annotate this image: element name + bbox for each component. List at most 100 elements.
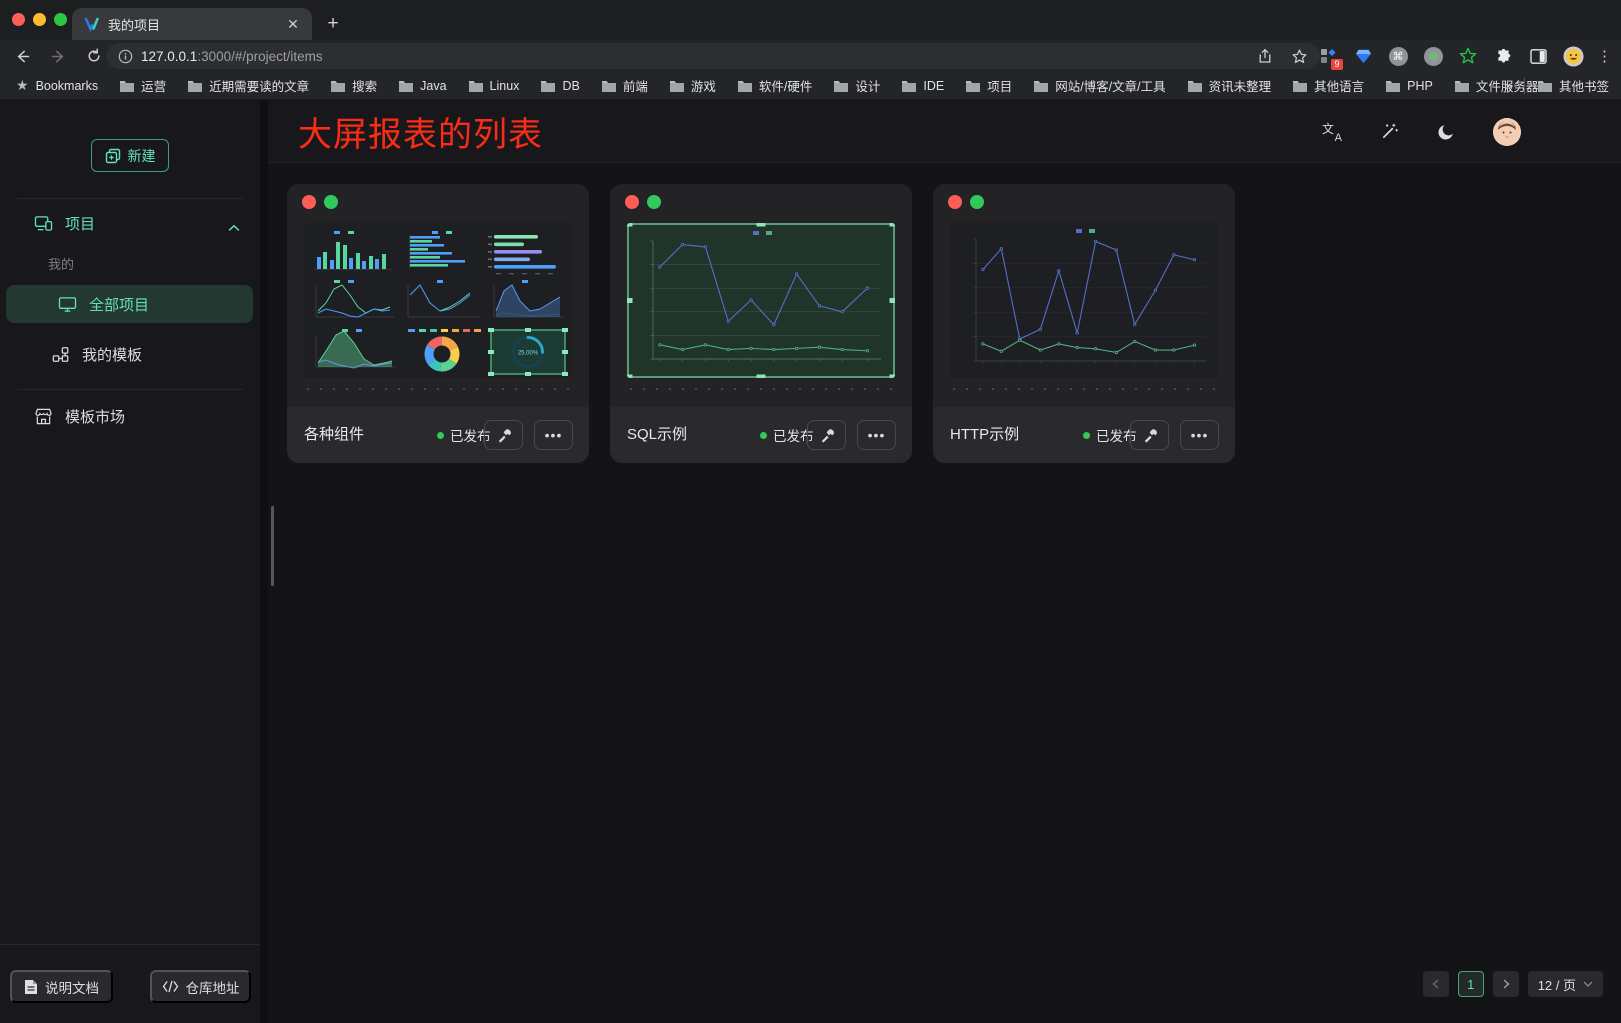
card-dot-divider bbox=[307, 388, 571, 390]
main-area: 大屏报表的列表 文A bbox=[260, 101, 1621, 1023]
content-scrollbar[interactable] bbox=[271, 506, 274, 586]
sidebar-item-my-templates[interactable]: 我的模板 bbox=[0, 336, 260, 372]
browser-tab[interactable]: 我的项目 ✕ bbox=[72, 8, 312, 40]
project-title: HTTP示例 bbox=[950, 407, 1019, 463]
browser-toolbar: 127.0.0.1:3000/#/project/items 9 bbox=[0, 40, 1621, 72]
page-size-select[interactable]: 12 / 页 bbox=[1528, 971, 1603, 997]
new-project-button[interactable]: 新建 bbox=[91, 139, 169, 172]
project-thumbnail[interactable]: 25.00% bbox=[304, 223, 572, 378]
bookmark-folder-item[interactable]: Linux bbox=[468, 79, 520, 93]
project-card[interactable]: SQL示例 已发布 ••• bbox=[610, 184, 912, 463]
user-avatar[interactable] bbox=[1493, 118, 1521, 146]
bookmark-star-icon[interactable] bbox=[1291, 48, 1308, 65]
project-thumbnail[interactable] bbox=[627, 223, 895, 378]
project-card[interactable]: 25.00% 各种组件 已发布 ••• bbox=[287, 184, 589, 463]
bookmark-folder-item[interactable]: 前端 bbox=[601, 76, 648, 95]
progress-ring-label: 25.00% bbox=[518, 351, 539, 357]
red-dot-icon bbox=[302, 195, 316, 209]
project-thumbnail[interactable] bbox=[950, 223, 1218, 378]
red-dot-icon bbox=[948, 195, 962, 209]
bookmark-folder-item[interactable]: 设计 bbox=[833, 76, 880, 95]
folder-icon bbox=[1292, 79, 1308, 93]
bookmark-folder-item[interactable]: DB bbox=[540, 79, 579, 93]
page-number-button[interactable]: 1 bbox=[1458, 971, 1484, 997]
red-dot-icon bbox=[625, 195, 639, 209]
ellipsis-icon: ••• bbox=[1191, 427, 1209, 443]
traffic-lights[interactable] bbox=[12, 13, 67, 26]
profile-avatar-icon[interactable] bbox=[1562, 45, 1584, 67]
bookmark-folder-item[interactable]: 网站/博客/文章/工具 bbox=[1033, 76, 1165, 95]
folder-icon bbox=[1537, 79, 1553, 93]
bookmark-folder-item[interactable]: 项目 bbox=[965, 76, 1012, 95]
sidebar-item-template-market[interactable]: 模板市场 bbox=[0, 398, 260, 434]
bookmark-folder-item[interactable]: 搜索 bbox=[330, 76, 377, 95]
extensions-row: 9 ⌘ bbox=[1317, 43, 1611, 69]
bookmarks-overflow-chevron[interactable]: » bbox=[1505, 78, 1512, 93]
folder-icon bbox=[330, 79, 346, 93]
pagination: 1 12 / 页 bbox=[1423, 971, 1603, 997]
project-list-content: 25.00% 各种组件 已发布 ••• bbox=[268, 164, 1621, 1023]
close-window-button[interactable] bbox=[12, 13, 25, 26]
command-extension-icon[interactable]: ⌘ bbox=[1387, 45, 1409, 67]
minimize-window-button[interactable] bbox=[33, 13, 46, 26]
repo-button[interactable]: 仓库地址 bbox=[150, 970, 251, 1003]
dark-mode-moon-icon[interactable] bbox=[1437, 123, 1455, 141]
side-panel-icon[interactable] bbox=[1527, 45, 1549, 67]
new-tab-button[interactable]: + bbox=[320, 11, 346, 37]
project-card[interactable]: HTTP示例 已发布 ••• bbox=[933, 184, 1235, 463]
reload-icon[interactable] bbox=[80, 42, 108, 70]
address-bar[interactable]: 127.0.0.1:3000/#/project/items bbox=[106, 43, 1320, 69]
next-page-button[interactable] bbox=[1493, 971, 1519, 997]
forward-icon[interactable] bbox=[44, 42, 72, 70]
green-star-extension-icon[interactable] bbox=[1457, 45, 1479, 67]
bookmark-folder-item[interactable]: 软件/硬件 bbox=[737, 76, 812, 95]
green-dot-icon bbox=[324, 195, 338, 209]
more-actions-button[interactable]: ••• bbox=[1180, 420, 1219, 450]
bookmark-folder-item[interactable]: Java bbox=[398, 79, 446, 93]
bookmark-folder-item[interactable]: PHP bbox=[1385, 79, 1433, 93]
back-icon[interactable] bbox=[8, 42, 36, 70]
bookmark-folder-item[interactable]: 游戏 bbox=[669, 76, 716, 95]
folder-icon bbox=[1385, 79, 1401, 93]
project-title: SQL示例 bbox=[627, 407, 687, 463]
chevron-down-icon bbox=[1583, 981, 1593, 988]
tab-close-icon[interactable]: ✕ bbox=[284, 15, 302, 33]
share-icon[interactable] bbox=[1257, 48, 1273, 64]
chrome-menu-icon[interactable]: ⋮ bbox=[1597, 47, 1611, 65]
bookmarks-label[interactable]: Bookmarks bbox=[36, 79, 99, 93]
sidebar-section-project[interactable]: 项目 bbox=[0, 205, 260, 241]
magic-wand-icon[interactable] bbox=[1380, 122, 1399, 141]
bookmark-folder-item[interactable]: 运营 bbox=[119, 76, 166, 95]
status-dot-icon bbox=[1083, 432, 1090, 439]
prev-page-button[interactable] bbox=[1423, 971, 1449, 997]
other-bookmarks-folder[interactable]: 其他书签 bbox=[1537, 76, 1609, 95]
edit-project-button[interactable] bbox=[807, 420, 846, 450]
edit-project-button[interactable] bbox=[1130, 420, 1169, 450]
tab-manager-extension-icon[interactable]: 9 bbox=[1317, 45, 1339, 67]
extensions-puzzle-icon[interactable] bbox=[1492, 45, 1514, 67]
site-info-icon[interactable] bbox=[118, 49, 133, 64]
bookmark-folder-item[interactable]: 资讯未整理 bbox=[1187, 76, 1272, 95]
edit-project-button[interactable] bbox=[484, 420, 523, 450]
screen: 我的项目 ✕ + 127.0.0.1:3000/#/project bbox=[0, 0, 1621, 1023]
zoom-window-button[interactable] bbox=[54, 13, 67, 26]
bookmark-folder-item[interactable]: IDE bbox=[901, 79, 944, 93]
language-icon[interactable]: 文A bbox=[1322, 122, 1342, 142]
docs-button[interactable]: 说明文档 bbox=[10, 970, 113, 1003]
more-actions-button[interactable]: ••• bbox=[857, 420, 896, 450]
gem-extension-icon[interactable] bbox=[1352, 45, 1374, 67]
chevron-up-icon[interactable] bbox=[228, 219, 240, 236]
folder-icon bbox=[965, 79, 981, 93]
recorder-extension-icon[interactable] bbox=[1422, 45, 1444, 67]
goview-favicon bbox=[84, 16, 100, 32]
folder-icon bbox=[737, 79, 753, 93]
hammer-icon bbox=[1142, 427, 1158, 443]
bookmark-folder-item[interactable]: 其他语言 bbox=[1292, 76, 1364, 95]
more-actions-button[interactable]: ••• bbox=[534, 420, 573, 450]
folder-icon bbox=[1454, 79, 1470, 93]
bookmark-folder-item[interactable]: 近期需要读的文章 bbox=[187, 76, 309, 95]
tab-strip: 我的项目 ✕ + bbox=[0, 0, 1621, 40]
url-path: :3000/#/project/items bbox=[197, 49, 322, 64]
sidebar-item-all-projects[interactable]: 全部项目 bbox=[6, 285, 253, 323]
new-copy-plus-icon bbox=[105, 148, 121, 164]
